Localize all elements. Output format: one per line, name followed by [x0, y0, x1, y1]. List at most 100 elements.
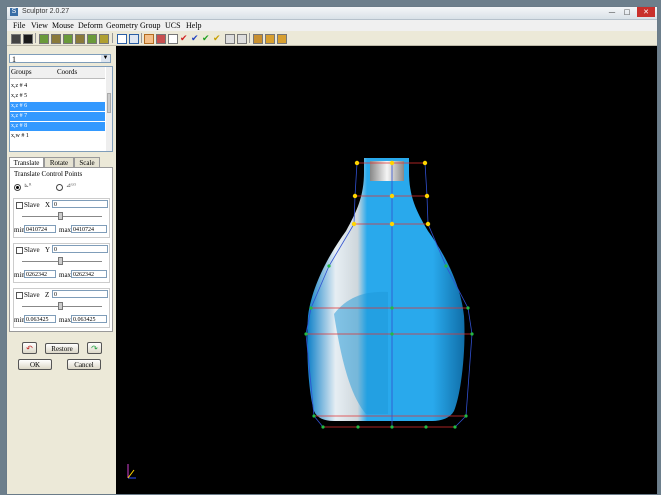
- object-selector[interactable]: 1 ▼: [9, 54, 111, 64]
- tab-rotate[interactable]: Rotate: [44, 157, 74, 167]
- fit-icon[interactable]: [237, 34, 247, 44]
- group-row-selected[interactable]: x,z # 7: [10, 112, 105, 121]
- grid-icon[interactable]: [117, 34, 127, 44]
- groups-column-header[interactable]: Groups: [11, 68, 32, 76]
- render-mode-6-icon[interactable]: [99, 34, 109, 44]
- y-max-input[interactable]: 0262342: [71, 270, 107, 278]
- toolbar-separator: [141, 33, 142, 43]
- folder-icon[interactable]: [265, 34, 275, 44]
- group-row[interactable]: x,z # 5: [10, 92, 105, 101]
- maximize-button[interactable]: □: [620, 7, 634, 17]
- render-mode-1-icon[interactable]: [39, 34, 49, 44]
- toolbar-separator: [249, 33, 250, 43]
- open-icon[interactable]: [11, 34, 21, 44]
- z-max-input[interactable]: 0.063425: [71, 315, 107, 323]
- group-row[interactable]: x,z # 4: [10, 82, 105, 91]
- check-yellow-icon[interactable]: ✔: [213, 34, 221, 43]
- global-axes-icon: ⊿ˣʸᶻ: [66, 183, 77, 189]
- group-row-selected[interactable]: x,z # 6: [10, 102, 105, 111]
- y-slave-label: Slave: [24, 246, 40, 254]
- tab-scale[interactable]: Scale: [74, 157, 100, 167]
- y-value-input[interactable]: 0: [52, 245, 108, 253]
- render-mode-2-icon[interactable]: [51, 34, 61, 44]
- undo-icon[interactable]: ↶: [22, 342, 37, 354]
- x-min-input[interactable]: 0410724: [24, 225, 56, 233]
- cancel-button[interactable]: Cancel: [67, 359, 101, 370]
- title-bar[interactable]: S Sculptor 2.0.27 — □ ✕: [7, 7, 657, 20]
- z-min-input[interactable]: 0.063425: [24, 315, 56, 323]
- local-axes-icon: ⊾ᴿ: [24, 183, 32, 189]
- ok-button[interactable]: OK: [18, 359, 52, 370]
- check-red-icon[interactable]: ✔: [180, 34, 188, 43]
- bottle-cap: [370, 161, 404, 181]
- x-axis-label: X: [45, 201, 51, 209]
- control-panel: 1 ▼ Groups Coords x,z # 4 x,z # 5 x,z # …: [7, 46, 116, 494]
- checker-icon[interactable]: [168, 34, 178, 44]
- z-max-label: max: [59, 316, 72, 324]
- translate-panel: Translate Control Points ⊾ᴿ ⊿ˣʸᶻ Slave X…: [9, 167, 113, 332]
- group-row-selected[interactable]: x,z # 8: [10, 122, 105, 131]
- app-window: S Sculptor 2.0.27 — □ ✕ File View Mouse …: [6, 6, 658, 495]
- check-blue-icon[interactable]: ✔: [191, 34, 199, 43]
- transform-tabs: Translate Rotate Scale: [9, 157, 113, 168]
- x-max-input[interactable]: 0410724: [71, 225, 107, 233]
- minimize-button[interactable]: —: [605, 7, 619, 17]
- x-slave-checkbox[interactable]: [16, 202, 23, 209]
- app-icon: S: [10, 8, 18, 16]
- render-mode-4-icon[interactable]: [75, 34, 85, 44]
- select-box-icon[interactable]: [156, 34, 166, 44]
- menu-ucs[interactable]: UCS: [165, 20, 181, 31]
- redo-icon[interactable]: ↷: [87, 342, 102, 354]
- zoom-icon[interactable]: [225, 34, 235, 44]
- x-slider-thumb[interactable]: [58, 212, 63, 220]
- menu-deform[interactable]: Deform: [78, 20, 103, 31]
- panel-heading: Translate Control Points: [14, 170, 83, 178]
- x-axis-group: Slave X 0 min 0410724 max 0410724: [13, 198, 110, 238]
- y-slider-thumb[interactable]: [58, 257, 63, 265]
- menu-view[interactable]: View: [31, 20, 48, 31]
- z-slave-label: Slave: [24, 291, 40, 299]
- menu-mouse[interactable]: Mouse: [52, 20, 74, 31]
- close-button[interactable]: ✕: [637, 7, 655, 17]
- group-row[interactable]: x,w # 1: [10, 132, 105, 141]
- render-mode-3-icon[interactable]: [63, 34, 73, 44]
- global-axes-radio[interactable]: [56, 184, 63, 191]
- z-axis-label: Z: [45, 291, 50, 299]
- groups-list[interactable]: Groups Coords x,z # 4 x,z # 5 x,z # 6 x,…: [9, 66, 113, 152]
- x-value-input[interactable]: 0: [52, 200, 108, 208]
- restore-button[interactable]: Restore: [45, 343, 79, 354]
- y-slave-checkbox[interactable]: [16, 247, 23, 254]
- bottle-body: [307, 158, 465, 421]
- check-green-icon[interactable]: ✔: [202, 34, 210, 43]
- z-value-input[interactable]: 0: [52, 290, 108, 298]
- 3d-viewport[interactable]: [116, 46, 657, 494]
- z-slider-thumb[interactable]: [58, 302, 63, 310]
- z-slave-checkbox[interactable]: [16, 292, 23, 299]
- y-min-input[interactable]: 0262342: [24, 270, 56, 278]
- layout-icon[interactable]: [129, 34, 139, 44]
- coords-column-header[interactable]: Coords: [57, 68, 77, 76]
- object-selector-value: 1: [12, 55, 16, 64]
- folder-open-icon[interactable]: [253, 34, 263, 44]
- chevron-down-icon[interactable]: ▼: [101, 55, 110, 62]
- menu-bar: File View Mouse Deform Geometry Group UC…: [7, 20, 657, 31]
- folder-save-icon[interactable]: [277, 34, 287, 44]
- menu-group[interactable]: Group: [140, 20, 160, 31]
- y-max-label: max: [59, 271, 72, 279]
- menu-file[interactable]: File: [13, 20, 25, 31]
- bottle-model[interactable]: [116, 46, 657, 494]
- z-axis-group: Slave Z 0 min 0.063425 max 0.063425: [13, 288, 110, 328]
- groups-scrollbar[interactable]: [106, 67, 112, 151]
- window-title: Sculptor 2.0.27: [22, 8, 70, 15]
- save-icon[interactable]: [23, 34, 33, 44]
- render-mode-5-icon[interactable]: [87, 34, 97, 44]
- menu-help[interactable]: Help: [186, 20, 202, 31]
- toolbar: ✔ ✔ ✔ ✔: [7, 32, 657, 46]
- select-points-icon[interactable]: [144, 34, 154, 44]
- scrollbar-thumb[interactable]: [107, 93, 111, 113]
- toolbar-separator: [35, 33, 36, 43]
- menu-geometry[interactable]: Geometry: [106, 20, 138, 31]
- x-max-label: max: [59, 226, 72, 234]
- local-axes-radio[interactable]: [14, 184, 21, 191]
- y-axis-group: Slave Y 0 min 0262342 max 0262342: [13, 243, 110, 283]
